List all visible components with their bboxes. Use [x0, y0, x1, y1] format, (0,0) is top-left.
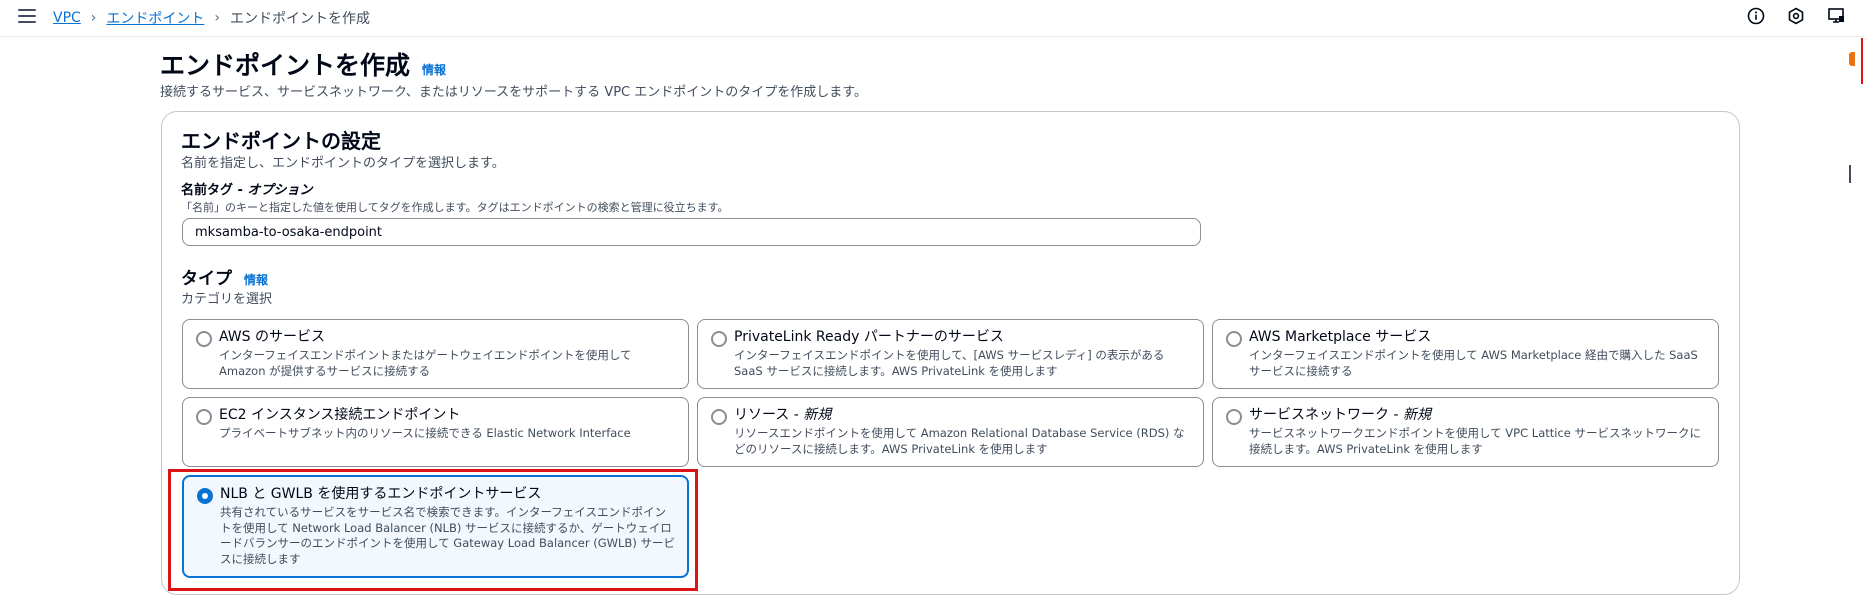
option-description: インターフェイスエンドポイントを使用して AWS Marketplace 経由で…: [1249, 348, 1698, 378]
annotation-highlight-box: [168, 469, 698, 591]
menu-icon[interactable]: [18, 9, 36, 25]
name-tag-label: 名前タグ - オプション: [181, 179, 312, 198]
breadcrumb-vpc[interactable]: VPC: [53, 10, 81, 26]
settings-hexagon-icon[interactable]: [1787, 7, 1805, 25]
name-tag-label-text: 名前タグ -: [181, 183, 248, 198]
page-title: エンドポイントを作成: [160, 51, 411, 80]
top-tools: [1747, 7, 1845, 25]
name-tag-input[interactable]: [182, 218, 1201, 246]
type-option-service-network[interactable]: サービスネットワーク - 新規 サービスネットワークエンドポイントを使用して V…: [1212, 397, 1719, 467]
option-label: AWS Marketplace サービス: [1249, 329, 1432, 345]
page-description: 接続するサービス、サービスネットワーク、またはリソースをサポートする VPC エ…: [160, 85, 867, 100]
radio-button[interactable]: [1226, 409, 1242, 425]
option-description: インターフェイスエンドポイントまたはゲートウェイエンドポイントを使用して Ama…: [219, 348, 632, 378]
option-description: プライベートサブネット内のリソースに接続できる Elastic Network …: [219, 426, 631, 440]
breadcrumb: VPC › エンドポイント › エンドポイントを作成: [53, 8, 370, 28]
type-description: カテゴリを選択: [181, 292, 273, 307]
type-option-resources[interactable]: リソース - 新規 リソースエンドポイントを使用して Amazon Relati…: [697, 397, 1204, 467]
radio-button[interactable]: [196, 331, 212, 347]
radio-button[interactable]: [196, 409, 212, 425]
radio-button[interactable]: [711, 331, 727, 347]
settings-title: エンドポイントの設定: [181, 129, 381, 153]
settings-description: 名前を指定し、エンドポイントのタイプを選択します。: [181, 156, 505, 171]
option-label: PrivateLink Ready パートナーのサービス: [734, 329, 1004, 345]
chevron-right-icon: ›: [214, 10, 221, 26]
option-label: サービスネットワーク - 新規: [1249, 407, 1431, 423]
option-description: インターフェイスエンドポイントを使用して、[AWS サービスレディ] の表示があ…: [734, 348, 1165, 378]
option-label: AWS のサービス: [219, 329, 325, 345]
radio-button[interactable]: [711, 409, 727, 425]
option-label: EC2 インスタンス接続エンドポイント: [219, 407, 461, 423]
breadcrumb-endpoints[interactable]: エンドポイント: [106, 8, 204, 28]
type-option-aws-marketplace[interactable]: AWS Marketplace サービス インターフェイスエンドポイントを使用し…: [1212, 319, 1719, 389]
type-option-aws-services[interactable]: AWS のサービス インターフェイスエンドポイントまたはゲートウェイエンドポイン…: [182, 319, 689, 389]
option-description: サービスネットワークエンドポイントを使用して VPC Lattice サービスネ…: [1249, 426, 1702, 456]
info-link[interactable]: 情報: [422, 61, 446, 78]
chevron-right-icon: ›: [90, 10, 97, 26]
type-info-link[interactable]: 情報: [244, 271, 268, 288]
type-option-ec2-instance-connect[interactable]: EC2 インスタンス接続エンドポイント プライベートサブネット内のリソースに接続…: [182, 397, 689, 467]
side-panel-handle[interactable]: [1849, 165, 1853, 183]
top-navigation: VPC › エンドポイント › エンドポイントを作成: [0, 0, 1863, 37]
side-panel-tab[interactable]: [1849, 52, 1855, 66]
info-circle-icon[interactable]: [1747, 7, 1765, 25]
option-label: リソース - 新規: [734, 407, 832, 423]
breadcrumb-current: エンドポイントを作成: [230, 11, 371, 27]
new-badge: 新規: [1402, 407, 1431, 423]
radio-button[interactable]: [1226, 331, 1242, 347]
type-title: タイプ: [181, 269, 232, 289]
name-tag-hint: 「名前」のキーと指定した値を使用してタグを作成します。タグはエンドポイントの検索…: [181, 201, 729, 214]
option-description: リソースエンドポイントを使用して Amazon Relational Datab…: [734, 426, 1185, 456]
name-tag-optional: オプション: [247, 183, 313, 198]
page-header: エンドポイントを作成 情報: [160, 46, 446, 82]
notifications-icon[interactable]: [1827, 7, 1845, 25]
type-option-privatelink-partner[interactable]: PrivateLink Ready パートナーのサービス インターフェイスエンド…: [697, 319, 1204, 389]
type-header: タイプ 情報: [181, 264, 268, 289]
side-panel-edge: [1857, 38, 1863, 84]
new-badge: 新規: [803, 407, 832, 423]
